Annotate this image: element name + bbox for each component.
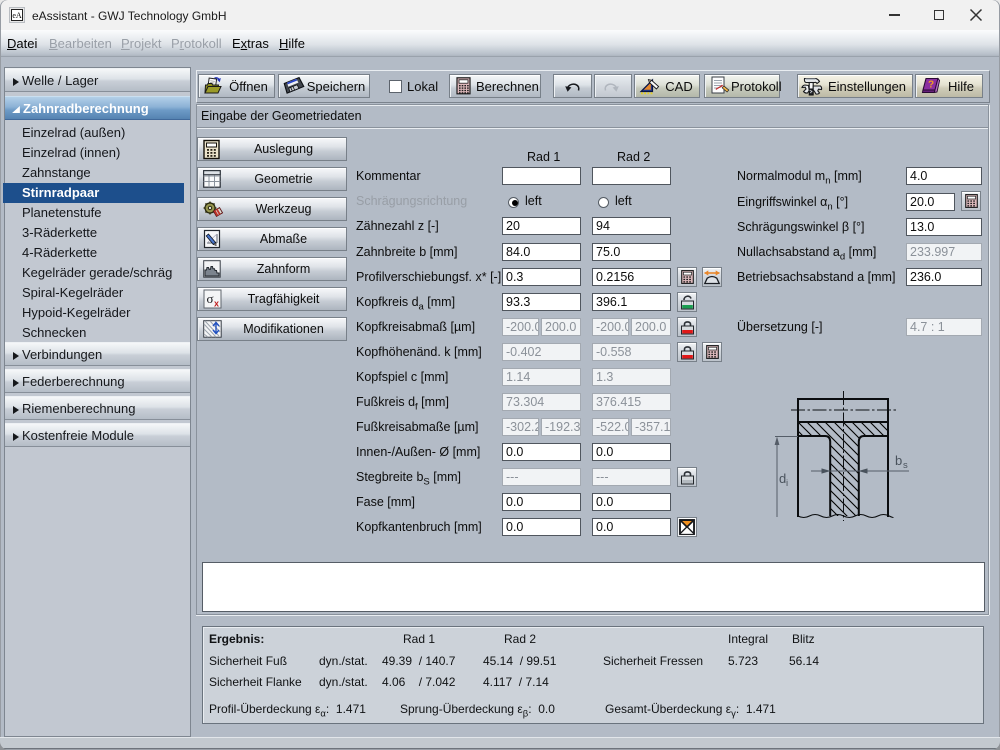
svg-text:?: ?	[928, 80, 934, 91]
svg-text:σ: σ	[207, 291, 214, 306]
svg-text:s: s	[903, 460, 908, 471]
svg-text:x: x	[214, 299, 219, 309]
svg-text:b: b	[895, 453, 902, 468]
svg-text:i: i	[786, 478, 788, 489]
